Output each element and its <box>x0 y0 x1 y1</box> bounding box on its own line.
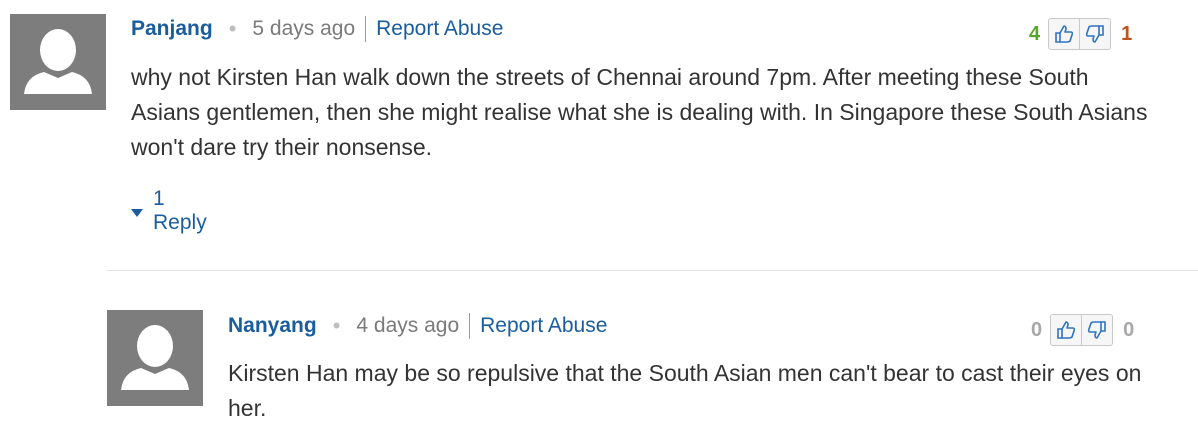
thumbs-down-icon <box>1085 25 1104 43</box>
thumbs-down-button[interactable] <box>1081 315 1112 345</box>
comment-meta: Nanyang • 4 days ago Report Abuse <box>228 313 607 339</box>
timestamp: 4 days ago <box>356 314 460 337</box>
thumbs-up-icon <box>1055 25 1074 43</box>
separator-dot: • <box>228 16 237 41</box>
thumbs-down-icon <box>1087 321 1106 339</box>
vote-box <box>1050 314 1114 346</box>
thumbs-up-button[interactable] <box>1051 315 1081 345</box>
timestamp: 5 days ago <box>252 17 356 40</box>
vote-controls: 4 1 <box>1029 18 1132 50</box>
caret-down-icon <box>131 208 143 217</box>
comment-text: why not Kirsten Han walk down the street… <box>131 64 1148 160</box>
replies-toggle[interactable]: 1 Reply <box>131 187 207 235</box>
thumbs-down-button[interactable] <box>1079 19 1110 49</box>
dislike-count: 1 <box>1121 22 1133 45</box>
separator-dot: • <box>332 313 341 338</box>
avatar[interactable] <box>107 310 203 406</box>
meta-divider <box>469 313 471 339</box>
thumbs-up-button[interactable] <box>1049 19 1079 49</box>
avatar[interactable] <box>10 14 106 110</box>
vote-controls: 0 0 <box>1031 314 1134 346</box>
dislike-count: 0 <box>1123 318 1135 341</box>
author-name[interactable]: Nanyang <box>228 314 317 338</box>
like-count: 0 <box>1031 318 1043 341</box>
comment-text: Kirsten Han may be so repulsive that the… <box>228 360 1142 421</box>
report-abuse-link[interactable]: Report Abuse <box>480 314 607 338</box>
comment-meta: Panjang • 5 days ago Report Abuse <box>131 16 503 42</box>
default-avatar-icon <box>24 29 92 94</box>
meta-divider <box>365 16 367 42</box>
vote-box <box>1048 18 1112 50</box>
thumbs-up-icon <box>1057 321 1076 339</box>
default-avatar-icon <box>121 325 189 390</box>
author-name[interactable]: Panjang <box>131 17 213 41</box>
reply-divider <box>107 270 1198 271</box>
replies-count-label: 1 Reply <box>153 187 207 234</box>
report-abuse-link[interactable]: Report Abuse <box>376 17 503 41</box>
like-count: 4 <box>1029 22 1041 45</box>
